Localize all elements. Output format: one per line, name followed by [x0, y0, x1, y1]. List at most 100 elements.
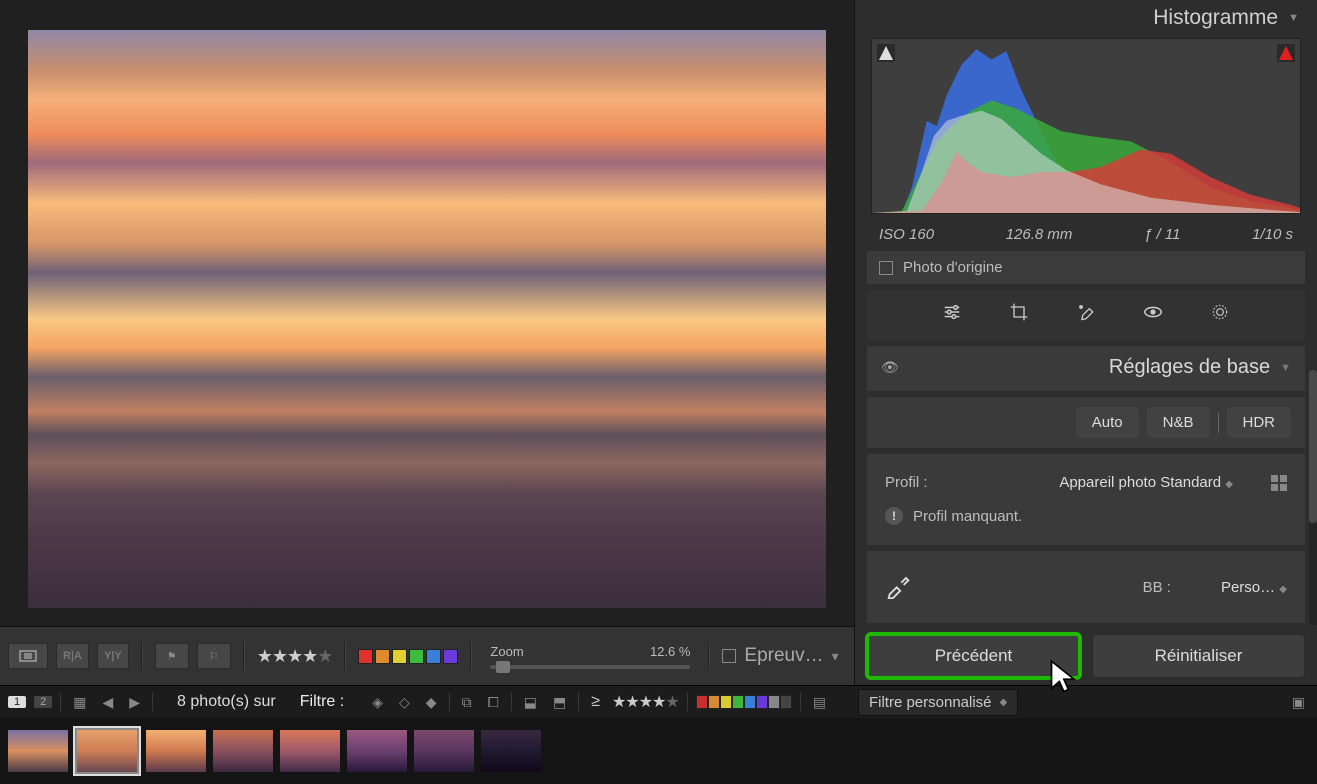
- right-panel-scrollbar[interactable]: [1309, 370, 1317, 625]
- crop-tool-icon[interactable]: [1007, 300, 1031, 324]
- filmstrip-thumb[interactable]: [278, 728, 342, 774]
- filter-dropdown[interactable]: Filtre personnalisé ◆: [858, 689, 1018, 716]
- compare-vh-icon[interactable]: ⬒: [549, 694, 570, 711]
- bw-button[interactable]: N&B: [1147, 407, 1210, 438]
- sunset-image: [28, 30, 826, 608]
- profile-label: Profil :: [885, 474, 928, 491]
- color-swatch[interactable]: [409, 649, 424, 664]
- flag-button[interactable]: ⚑: [155, 643, 189, 669]
- filter-rating-stars[interactable]: ★★★★★: [612, 692, 679, 712]
- before-after-ra-button[interactable]: R|A: [56, 643, 89, 669]
- filter-color-swatch[interactable]: [768, 695, 780, 709]
- original-label: Photo d'origine: [903, 259, 1003, 276]
- wb-label: BB :: [1143, 579, 1171, 596]
- warning-icon: !: [885, 507, 903, 525]
- exif-shutter: 1/10 s: [1252, 226, 1293, 243]
- prev-arrow-icon[interactable]: ◀: [98, 694, 117, 711]
- color-swatch[interactable]: [358, 649, 373, 664]
- flag-filter-icon[interactable]: ◈: [368, 694, 387, 711]
- filter-color-labels[interactable]: [696, 695, 792, 709]
- treatment-row: Auto N&B HDR: [867, 397, 1305, 448]
- softproof-dropdown-icon[interactable]: ▾: [832, 648, 839, 665]
- previous-button[interactable]: Précédent: [867, 634, 1080, 678]
- zoom-control[interactable]: Zoom 12.6 %: [484, 644, 696, 669]
- filter-color-swatch[interactable]: [708, 695, 720, 709]
- filmstrip-thumb[interactable]: [144, 728, 208, 774]
- profile-value[interactable]: Appareil photo Standard ◆: [1059, 474, 1233, 491]
- filter-color-swatch[interactable]: [696, 695, 708, 709]
- color-swatch[interactable]: [443, 649, 458, 664]
- grid-view-icon[interactable]: ▦: [69, 694, 90, 711]
- exif-focal: 126.8 mm: [1006, 226, 1073, 243]
- reject-flag-button[interactable]: ⚐: [197, 643, 231, 669]
- filter-color-swatch[interactable]: [720, 695, 732, 709]
- main-image-preview[interactable]: [0, 0, 854, 626]
- original-checkbox[interactable]: [879, 261, 893, 275]
- filter-color-swatch[interactable]: [756, 695, 768, 709]
- photo-count-text: 8 photo(s) sur: [161, 693, 292, 711]
- layout-icon[interactable]: ⧉: [458, 694, 476, 711]
- rating-stars[interactable]: ★★★★★: [257, 646, 333, 667]
- basic-title: Réglages de base: [899, 356, 1270, 379]
- zoom-label: Zoom: [490, 644, 523, 659]
- collapse-icon: ▼: [1280, 362, 1291, 374]
- original-photo-row[interactable]: Photo d'origine: [867, 251, 1305, 284]
- softproof-checkbox[interactable]: [722, 649, 736, 663]
- page-2-tab[interactable]: 2: [34, 696, 52, 708]
- auto-button[interactable]: Auto: [1076, 407, 1139, 438]
- color-label-swatches[interactable]: [358, 649, 458, 664]
- cursor-icon: [1047, 659, 1083, 695]
- profile-warning-row: ! Profil manquant.: [881, 503, 1291, 535]
- filmstrip-thumb[interactable]: [479, 728, 543, 774]
- filmstrip-thumb[interactable]: [412, 728, 476, 774]
- filter-bar: 1 2 ▦ ◀ ▶ 8 photo(s) sur Filtre : ◈ ◇ ◆ …: [0, 685, 1317, 718]
- edit-tool-icon[interactable]: [940, 300, 964, 324]
- eyedropper-tool[interactable]: [885, 571, 913, 603]
- filter-color-swatch[interactable]: [732, 695, 744, 709]
- filter-lock-icon[interactable]: ▣: [1288, 694, 1309, 711]
- flag-filter-off-icon[interactable]: ◇: [395, 694, 414, 711]
- chevron-updown-icon: ◆: [1000, 697, 1008, 708]
- wb-dropdown[interactable]: Perso… ◆: [1221, 579, 1287, 596]
- shadow-clip-indicator[interactable]: [877, 44, 895, 62]
- next-arrow-icon[interactable]: ▶: [125, 694, 144, 711]
- filter-color-swatch[interactable]: [780, 695, 792, 709]
- zoom-slider[interactable]: [490, 665, 690, 669]
- layout-icon-2[interactable]: ⧠: [484, 694, 503, 711]
- custom-filter-icon[interactable]: ▤: [809, 694, 830, 711]
- white-balance-row: BB : Perso… ◆: [867, 551, 1305, 623]
- compare-hv-icon[interactable]: ⬓: [520, 694, 541, 711]
- heal-tool-icon[interactable]: [1074, 300, 1098, 324]
- rating-ge-label: ≥: [587, 693, 604, 711]
- visibility-eye-icon[interactable]: 👁: [881, 359, 899, 376]
- exif-aperture: ƒ / 11: [1144, 226, 1180, 243]
- profile-warning-text: Profil manquant.: [913, 508, 1022, 525]
- collapse-icon: ▼: [1288, 12, 1299, 24]
- color-swatch[interactable]: [426, 649, 441, 664]
- exif-row: ISO 160 126.8 mm ƒ / 11 1/10 s: [855, 220, 1317, 251]
- filter-color-swatch[interactable]: [744, 695, 756, 709]
- filmstrip-thumb[interactable]: [211, 728, 275, 774]
- histogram-chart[interactable]: [871, 38, 1301, 214]
- filter-label: Filtre :: [300, 693, 344, 711]
- hdr-button[interactable]: HDR: [1227, 407, 1292, 438]
- profile-browser-icon[interactable]: [1271, 475, 1287, 491]
- page-1-tab[interactable]: 1: [8, 696, 26, 708]
- histogram-header[interactable]: Histogramme ▼: [855, 0, 1317, 34]
- color-swatch[interactable]: [392, 649, 407, 664]
- basic-panel-header[interactable]: 👁 Réglages de base ▼: [881, 356, 1291, 387]
- filmstrip-thumb[interactable]: [345, 728, 409, 774]
- flag-filter-reject-icon[interactable]: ◆: [422, 694, 441, 711]
- zoom-value: 12.6 %: [650, 644, 690, 659]
- mask-tool-icon[interactable]: [1208, 300, 1232, 324]
- filmstrip-thumb[interactable]: [6, 728, 70, 774]
- filmstrip-thumb[interactable]: [73, 726, 141, 776]
- color-swatch[interactable]: [375, 649, 390, 664]
- redeye-tool-icon[interactable]: [1141, 300, 1165, 324]
- loupe-view-button[interactable]: [8, 643, 48, 669]
- highlight-clip-indicator[interactable]: [1277, 44, 1295, 62]
- reset-button[interactable]: Réinitialiser: [1092, 634, 1305, 678]
- filmstrip[interactable]: [0, 718, 1317, 784]
- before-after-yy-button[interactable]: Y|Y: [97, 643, 129, 669]
- histogram-title: Histogramme: [1153, 6, 1278, 30]
